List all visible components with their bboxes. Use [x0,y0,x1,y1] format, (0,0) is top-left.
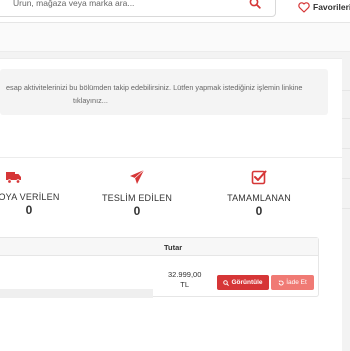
stat-label: TESLİM EDİLEN [101,193,173,203]
column-header-total: Tutar [164,243,183,252]
info-box: esap aktivitelerinizi bu bölümden takip … [0,69,328,115]
stat-count: 0 [133,204,141,218]
paper-plane-icon [130,169,145,184]
stat-completed[interactable]: TAMAMLANAN 0 [224,169,294,218]
page-title-band [0,23,350,52]
return-order-label: İade Et [286,279,307,286]
undo-icon [278,280,284,285]
table-header: Tutar [0,238,318,256]
stat-label: TAMAMLANAN [227,193,291,203]
orders-table: Tutar 32.999,00 TL Görüntüle İade Et [0,237,319,298]
heart-icon [298,1,310,13]
amount-currency: TL [180,280,190,289]
search-input[interactable]: Ürun, mağaza veya marka ara... [13,0,134,8]
stat-count: 0 [255,204,263,218]
favorites-link[interactable]: Favorilerim [298,0,350,14]
stat-label: OYA VERİLEN [0,192,60,202]
stat-delivered[interactable]: TESLİM EDİLEN 0 [100,169,174,218]
amount-value: 32.999,00 [168,270,202,279]
account-panel: esap aktivitelerinizi bu bölümden takip … [0,58,342,351]
search-bar[interactable]: Ürun, mağaza veya marka ara... [0,0,276,17]
divider [0,157,342,158]
return-order-button[interactable]: İade Et [271,275,314,290]
top-header: Ürun, mağaza veya marka ara... Favoriler… [0,0,350,23]
info-text-continued: tıklayınız... [73,96,108,105]
truck-icon [6,172,21,184]
favorites-label: Favorilerim [313,2,350,12]
right-sidebar-edge [342,58,350,350]
search-icon[interactable] [249,0,261,9]
stat-shipped[interactable]: OYA VERİLEN 0 [0,171,60,217]
check-square-icon [251,170,267,185]
info-text: esap aktivitelerinizi bu bölümden takip … [6,83,303,92]
product-placeholder [0,289,153,298]
view-order-button[interactable]: Görüntüle [217,275,269,290]
view-order-label: Görüntüle [231,279,263,286]
order-amount: 32.999,00 TL [168,270,201,290]
search-icon [223,279,230,286]
stat-count: 0 [25,203,33,217]
